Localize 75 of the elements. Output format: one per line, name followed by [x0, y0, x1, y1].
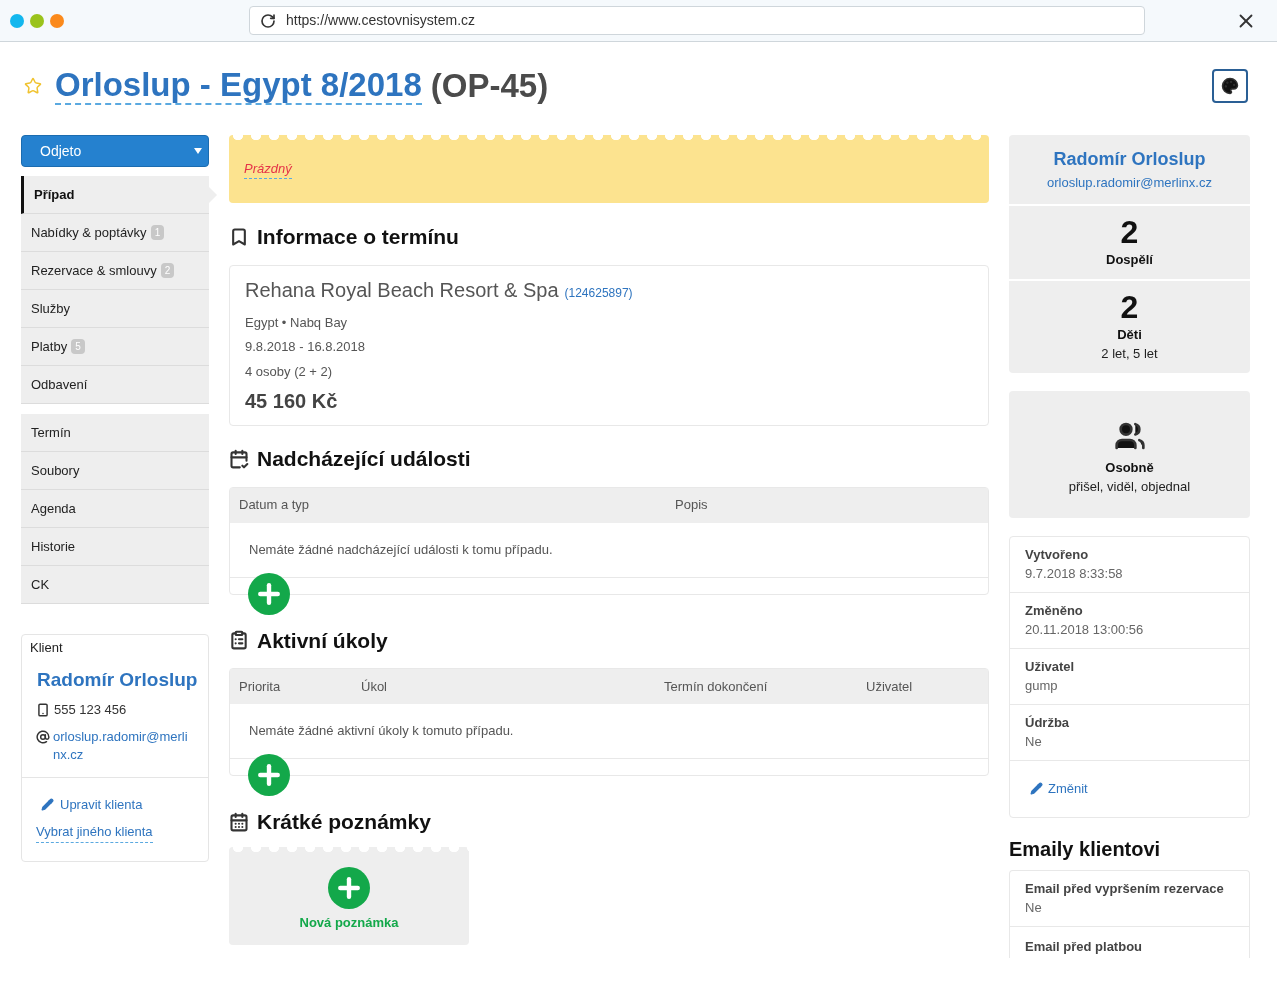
section-heading: Informace o termínu: [257, 224, 459, 250]
client-email-link[interactable]: orloslup.radomir@merlinx.cz: [53, 727, 194, 764]
reload-icon[interactable]: [260, 12, 276, 29]
customer-email-link[interactable]: orloslup.radomir@merlinx.cz: [1047, 173, 1212, 193]
contact-detail: přišel, viděl, objednal: [1068, 478, 1191, 497]
persons-text: 4 osoby (2 + 2): [245, 362, 334, 381]
stat-label: Dospělí: [1106, 251, 1153, 270]
edit-client-link[interactable]: Upravit klienta: [41, 794, 143, 814]
pencil-icon: [41, 797, 54, 811]
empty-message: Nemáte žádné nadcházející události k tomu případu.: [249, 540, 553, 559]
meta-value: 20.11.2018 13:00:56: [1025, 621, 1145, 640]
dropdown-caret-icon: [194, 148, 202, 154]
meta-label: Změněno: [1025, 601, 1084, 620]
section-heading: Krátké poznámky: [257, 809, 431, 835]
add-button[interactable]: [328, 866, 370, 909]
column-header: Popis: [675, 496, 708, 515]
palette-icon: [1221, 77, 1239, 95]
url-text: https://www.cestovnisystem.cz: [286, 11, 476, 30]
hotel-id-link[interactable]: (124625897): [564, 283, 633, 302]
notes-calendar-icon: [229, 811, 249, 832]
meta-label: Vytvořeno: [1025, 545, 1090, 564]
client-phone: 555 123 456: [54, 701, 127, 719]
location-text: Egypt • Nabq Bay: [245, 313, 349, 332]
meta-value: 9.7.2018 8:33:58: [1025, 565, 1124, 584]
nav-item[interactable]: Odbavení: [21, 366, 209, 404]
email-setting-value: Ne: [1025, 899, 1043, 918]
section-heading: Aktivní úkoly: [257, 627, 388, 654]
column-header: Uživatel: [866, 677, 913, 696]
email-setting-label: Email před platbou: [1025, 937, 1143, 956]
email-icon: [36, 729, 50, 744]
client-name-link[interactable]: Radomír Orloslup: [30, 665, 200, 694]
email-setting-label: Email před vypršením rezervace: [1025, 879, 1225, 898]
new-note-label: Nová poznámka: [299, 913, 399, 932]
column-header: Datum a typ: [239, 496, 311, 515]
change-link[interactable]: Změnit: [1030, 779, 1088, 799]
customer-name-link[interactable]: Radomír Orloslup: [1053, 146, 1206, 174]
price-text: 45 160 Kč: [245, 389, 339, 414]
choose-client-link[interactable]: Vybrat jiného klienta: [36, 822, 153, 843]
calendar-icon: [229, 448, 249, 469]
stat-label: Děti: [1117, 325, 1142, 344]
column-header: Priorita: [239, 677, 282, 696]
bookmark-icon: [229, 226, 249, 247]
meta-label: Uživatel: [1025, 657, 1076, 676]
address-bar[interactable]: https://www.cestovnisystem.cz: [249, 6, 1145, 35]
case-code: (OP-45): [430, 67, 549, 105]
section-heading: Nadcházející události: [257, 446, 471, 472]
case-title-link[interactable]: Orloslup - Egypt 8/2018: [55, 66, 422, 106]
stat-count: 2: [1120, 215, 1139, 251]
meta-value: gump: [1025, 677, 1059, 696]
pencil-icon: [1030, 782, 1043, 796]
section-heading: Emaily klientovi: [1009, 836, 1162, 862]
meta-value: Ne: [1025, 733, 1043, 752]
add-button[interactable]: [248, 754, 290, 796]
meta-label: Údržba: [1025, 713, 1071, 732]
star-icon[interactable]: [24, 77, 42, 95]
stat-detail: 2 let, 5 let: [1101, 345, 1158, 364]
phone-icon: [36, 702, 50, 717]
nav-item[interactable]: Služby: [21, 290, 209, 328]
nav-item[interactable]: Agenda: [21, 490, 209, 528]
nav-item[interactable]: Soubory: [21, 452, 209, 490]
clipboard-icon: [229, 630, 249, 651]
nav-item[interactable]: CK: [21, 566, 209, 604]
column-header: Úkol: [361, 677, 388, 696]
banner-text: Prázdný: [244, 158, 292, 180]
nav-item[interactable]: Historie: [21, 528, 209, 566]
column-header: Termín dokončení: [664, 677, 769, 696]
status-select[interactable]: Odjeto: [21, 135, 209, 167]
client-label: Klient: [30, 639, 64, 657]
nav-item[interactable]: Termín: [21, 414, 209, 452]
theme-button[interactable]: [1212, 69, 1248, 103]
hotel-name: Rehana Royal Beach Resort & Spa: [245, 277, 559, 303]
empty-message: Nemáte žádné aktivní úkoly k tomuto případu.: [249, 722, 514, 741]
dates-text: 9.8.2018 - 16.8.2018: [245, 338, 366, 356]
stat-count: 2: [1120, 289, 1139, 325]
contact-label: Osobně: [1105, 458, 1154, 477]
